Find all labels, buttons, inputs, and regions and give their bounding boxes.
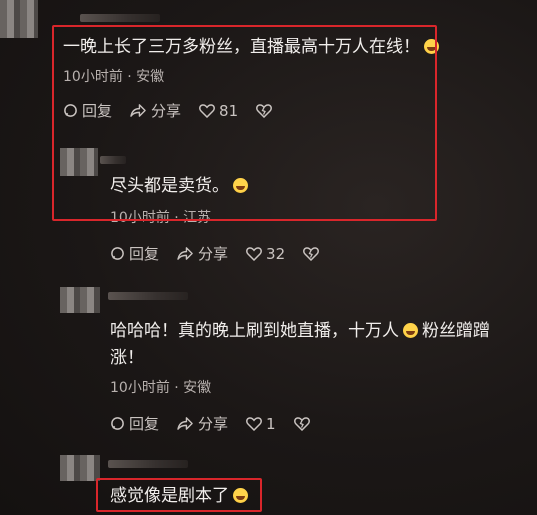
comment-actions: 回复 分享 32 — [110, 243, 341, 264]
comment-text: 哈哈哈！真的晚上刷到她直播，十万人 粉丝蹭蹭 — [110, 321, 490, 341]
heart-icon — [246, 247, 262, 261]
reply-button[interactable]: 回复 — [110, 413, 159, 434]
highlight-box — [96, 478, 262, 512]
laughing-emoji-icon — [403, 323, 418, 338]
comment-icon — [111, 417, 124, 430]
like-count: 32 — [266, 244, 286, 263]
username-blurred[interactable] — [108, 292, 188, 300]
avatar[interactable] — [60, 455, 100, 481]
heart-icon — [246, 417, 262, 431]
share-icon — [177, 417, 193, 430]
share-button[interactable]: 分享 — [177, 413, 228, 434]
comment-meta: 10小时前 · 安徽 — [110, 380, 212, 396]
username-blurred[interactable] — [80, 14, 160, 22]
like-button[interactable]: 32 — [246, 245, 285, 263]
like-count: 1 — [266, 414, 276, 433]
comment-actions: 回复 分享 1 — [110, 413, 332, 434]
broken-heart-icon — [303, 247, 320, 261]
dislike-button[interactable] — [293, 416, 314, 431]
avatar[interactable] — [60, 287, 100, 313]
comment-text-continued: 涨！ — [110, 348, 144, 368]
dislike-button[interactable] — [303, 246, 323, 261]
comment-icon — [111, 247, 124, 260]
broken-heart-icon — [293, 417, 310, 431]
share-icon — [177, 247, 193, 260]
username-blurred[interactable] — [108, 460, 188, 468]
highlight-box — [52, 25, 437, 221]
reply-button[interactable]: 回复 — [110, 243, 159, 264]
share-button[interactable]: 分享 — [177, 243, 228, 264]
avatar[interactable] — [0, 0, 38, 38]
like-button[interactable]: 1 — [246, 415, 276, 433]
